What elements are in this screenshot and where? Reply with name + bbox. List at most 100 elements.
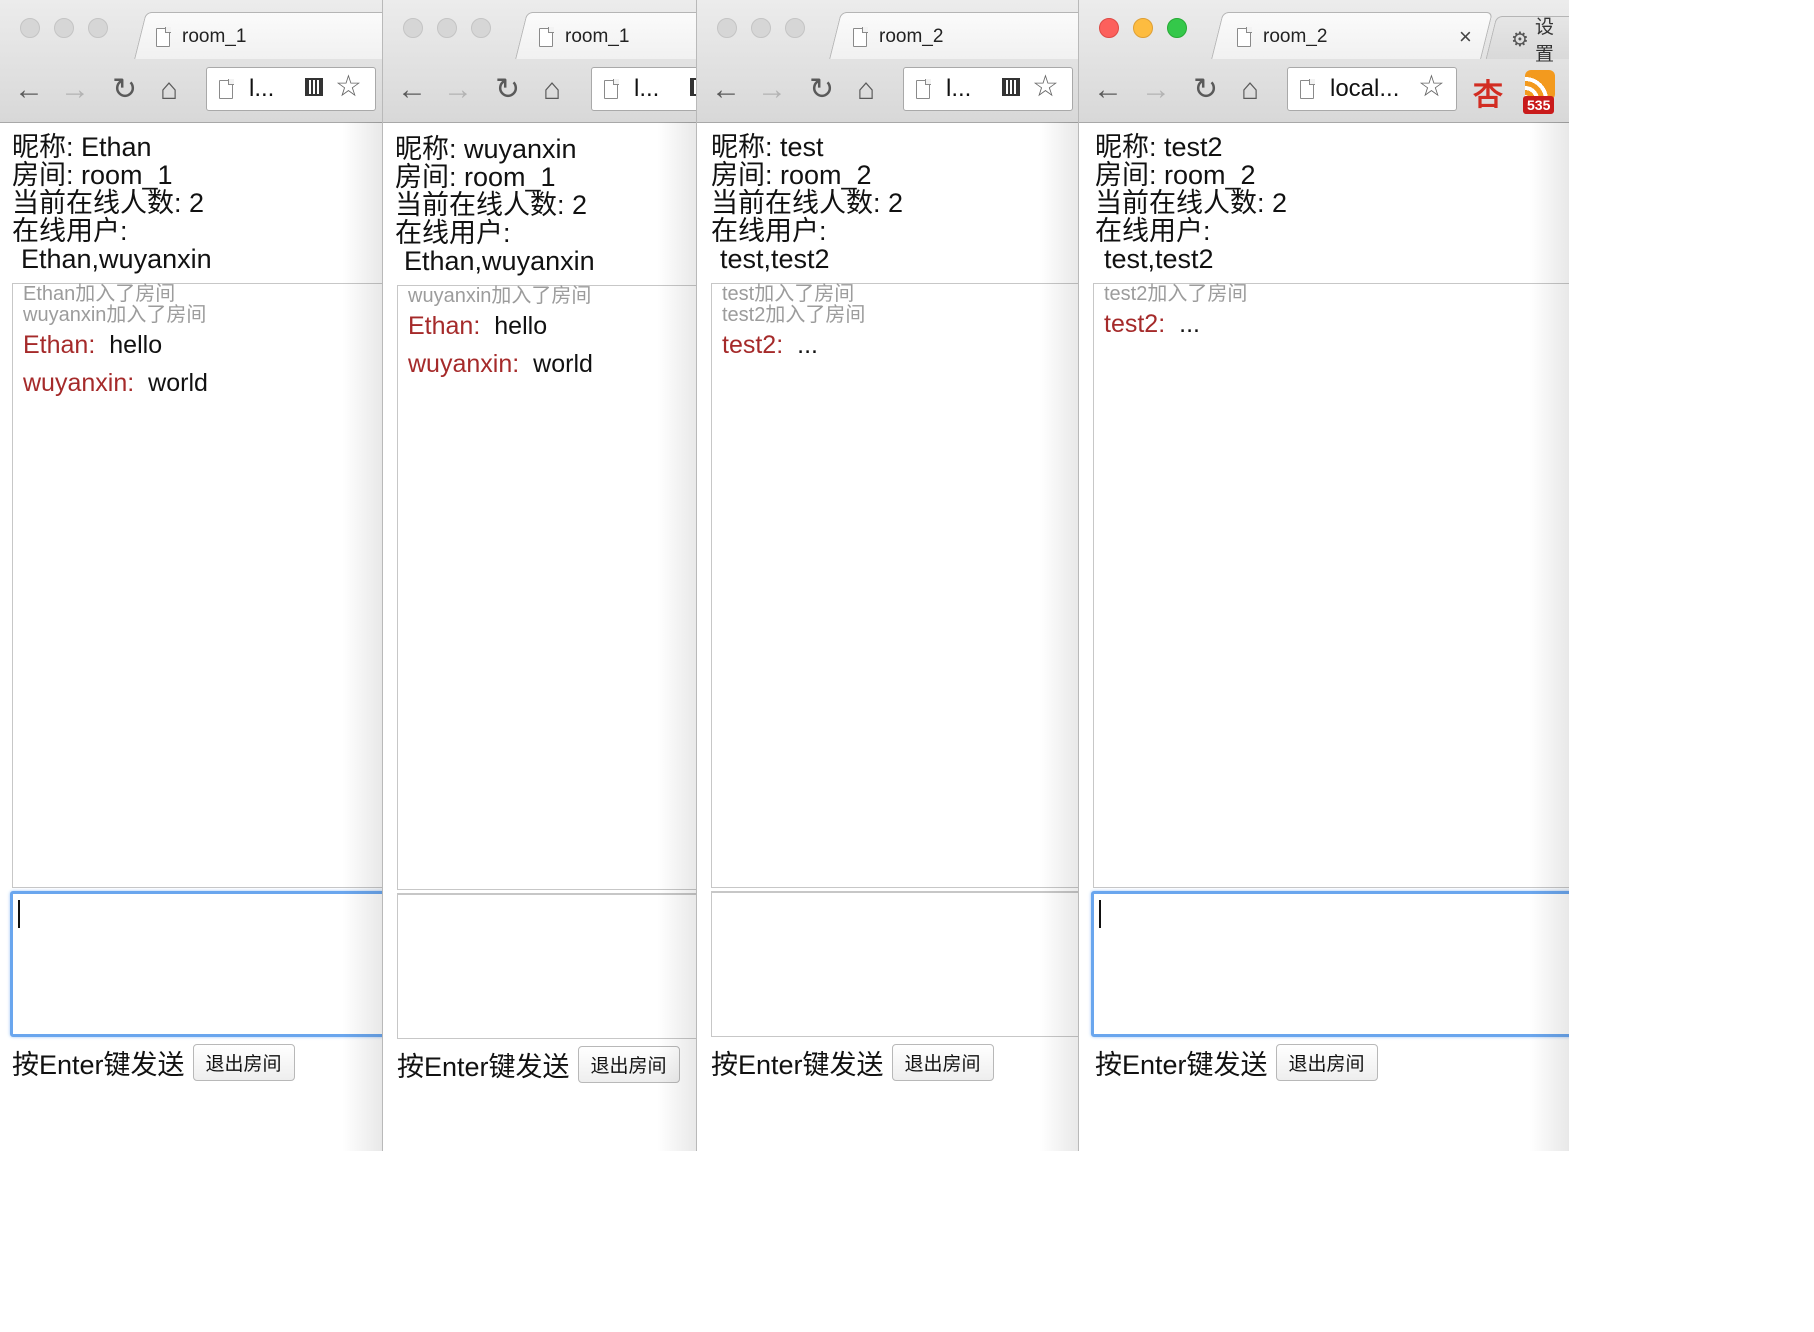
leave-room-button[interactable]: 退出房间 (891, 1044, 994, 1081)
browser-toolbar: room_1 ← → ↻ ⌂ l... (383, 0, 697, 123)
message-list[interactable]: wuyanxin加入了房间 Ethan: hello wuyanxin: world (397, 285, 697, 890)
zoom-light[interactable] (785, 18, 805, 38)
leave-room-button[interactable]: 退出房间 (577, 1046, 680, 1083)
room-name: 房间: room_2 (1095, 160, 1256, 190)
online-count: 当前在线人数: 2 (12, 188, 205, 218)
close-light[interactable] (20, 18, 40, 38)
url-text: l... (634, 75, 660, 102)
message-author: test2: (722, 331, 784, 359)
nickname: 昵称: Ethan (12, 132, 152, 162)
document-icon (539, 26, 554, 47)
zoom-light[interactable] (88, 18, 108, 38)
chat-message: Ethan: hello (23, 326, 382, 364)
forward-button[interactable]: → (443, 72, 473, 108)
system-message: test2加入了房间 (722, 304, 866, 326)
reload-button[interactable]: ↻ (1193, 72, 1218, 108)
bookmark-star-icon[interactable]: ☆ (1032, 72, 1059, 102)
page-icon (604, 78, 619, 99)
message-input[interactable] (397, 893, 697, 1039)
minimize-light[interactable] (437, 18, 457, 38)
qr-code-icon[interactable] (1002, 78, 1020, 96)
address-bar[interactable]: local... ☆ (1287, 67, 1457, 111)
message-list[interactable]: test2加入了房间 test2:... (1093, 283, 1569, 888)
qr-code-icon[interactable] (305, 78, 323, 96)
online-users-label: 在线用户: (1095, 216, 1211, 246)
message-author: Ethan: (23, 331, 96, 359)
message-author: test2: (1104, 310, 1166, 338)
message-text: world (533, 350, 593, 378)
back-button[interactable]: ← (14, 72, 44, 108)
chat-page: 昵称: test2 房间: room_2 当前在线人数: 2 在线用户: tes… (1079, 123, 1569, 1151)
address-bar[interactable]: l... ☆ (903, 67, 1073, 111)
home-button[interactable]: ⌂ (857, 72, 875, 108)
address-bar[interactable]: l... ☆ (206, 67, 376, 111)
online-users: test,test2 (720, 244, 830, 274)
home-button[interactable]: ⌂ (1241, 72, 1259, 108)
rss-unread-badge: 535 (1523, 96, 1555, 114)
minimize-light[interactable] (54, 18, 74, 38)
bookmark-star-icon[interactable]: ☆ (335, 72, 362, 102)
system-message: wuyanxin加入了房间 (408, 285, 592, 307)
page-icon (1300, 78, 1315, 99)
minimize-light[interactable] (751, 18, 771, 38)
message-author: wuyanxin: (23, 369, 135, 397)
online-count: 当前在线人数: 2 (711, 188, 904, 218)
page-icon (916, 78, 931, 99)
text-caret (1099, 900, 1101, 928)
leave-room-button[interactable]: 退出房间 (192, 1044, 295, 1081)
zoom-light[interactable] (471, 18, 491, 38)
message-text: ... (797, 331, 818, 359)
forward-button[interactable]: → (757, 72, 787, 108)
address-bar[interactable]: l... (591, 67, 697, 111)
tab-title: room_1 (565, 26, 630, 47)
forward-button[interactable]: → (60, 72, 90, 108)
message-list[interactable]: Ethan加入了房间 wuyanxin加入了房间 Ethan: hello wuy… (12, 283, 382, 888)
online-users: Ethan,wuyanxin (21, 244, 212, 274)
document-icon (156, 26, 171, 47)
close-light[interactable] (403, 18, 423, 38)
online-users-label: 在线用户: (395, 218, 511, 248)
room-info: 昵称: Ethan 房间: room_1 当前在线人数: 2 在线用户: Eth… (12, 133, 212, 273)
message-author: wuyanxin: (408, 350, 520, 378)
room-info: 昵称: test 房间: room_2 当前在线人数: 2 在线用户: test… (711, 133, 903, 273)
home-button[interactable]: ⌂ (543, 72, 561, 108)
text-caret (18, 900, 20, 928)
tab-title: room_2 (879, 26, 944, 47)
nickname: 昵称: wuyanxin (395, 134, 577, 164)
reload-button[interactable]: ↻ (809, 72, 834, 108)
back-button[interactable]: ← (1093, 72, 1123, 108)
close-light[interactable] (1099, 18, 1119, 38)
message-input[interactable] (1091, 891, 1569, 1037)
leave-room-button[interactable]: 退出房间 (1275, 1044, 1378, 1081)
chat-message: wuyanxin: world (408, 345, 697, 383)
minimize-light[interactable] (1133, 18, 1153, 38)
apricot-extension-icon[interactable]: 杏 (1473, 70, 1503, 114)
zoom-light[interactable] (1167, 18, 1187, 38)
forward-button[interactable]: → (1141, 72, 1171, 108)
online-users-label: 在线用户: (12, 216, 128, 246)
reload-button[interactable]: ↻ (112, 72, 137, 108)
message-input[interactable] (10, 891, 382, 1037)
browser-window-3: room_2 ← → ↻ ⌂ l... ☆ 昵称: test 房间: room_… (696, 0, 1079, 1151)
room-name: 房间: room_1 (12, 160, 173, 190)
url-text: l... (249, 75, 275, 102)
system-message: test加入了房间 (722, 283, 855, 305)
browser-toolbar: ⚙ 设置 room_2 × ← → ↻ ⌂ local... ☆ 杏 535 (1079, 0, 1569, 123)
online-users-label: 在线用户: (711, 216, 827, 246)
tab-title: room_2 (1263, 26, 1328, 47)
document-icon (853, 26, 868, 47)
send-hint: 按Enter键发送 (397, 1052, 570, 1082)
chat-message: test2:... (1104, 305, 1569, 343)
message-input[interactable] (711, 891, 1079, 1037)
back-button[interactable]: ← (711, 72, 741, 108)
close-light[interactable] (717, 18, 737, 38)
bookmark-star-icon[interactable]: ☆ (1418, 72, 1445, 102)
message-list[interactable]: test加入了房间 test2加入了房间 test2:... (711, 283, 1079, 888)
chat-page: 昵称: Ethan 房间: room_1 当前在线人数: 2 在线用户: Eth… (0, 123, 382, 1151)
reload-button[interactable]: ↻ (495, 72, 520, 108)
tab-close-icon[interactable]: × (1459, 24, 1472, 50)
message-text: hello (109, 331, 163, 359)
home-button[interactable]: ⌂ (160, 72, 178, 108)
back-button[interactable]: ← (397, 72, 427, 108)
browser-window-1: room_1 ← → ↻ ⌂ l... ☆ 昵称: Ethan 房间: room… (0, 0, 382, 1151)
